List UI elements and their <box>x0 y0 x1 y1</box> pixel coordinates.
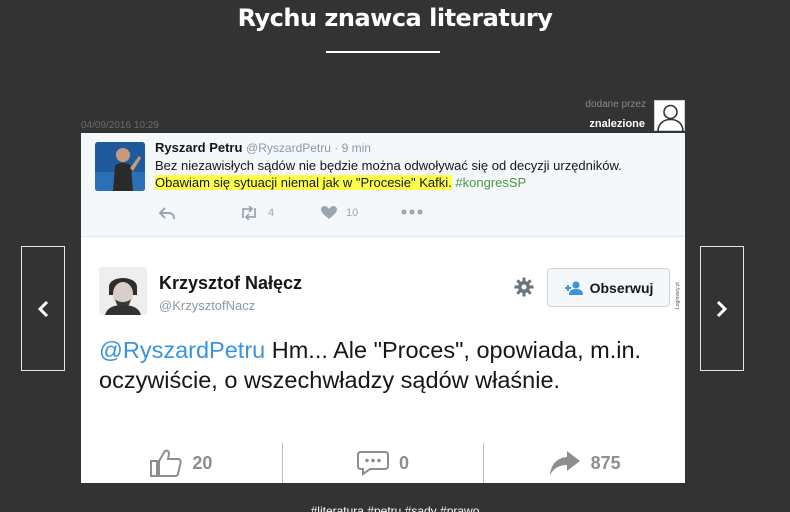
chevron-right-icon <box>716 300 728 317</box>
tweet-handle-time: @RyszardPetru · 9 min <box>246 141 371 155</box>
reply-author-name: Krzysztof Nałęcz <box>159 273 303 293</box>
tweet-hashtag: #kongresSP <box>455 175 527 190</box>
thumbs-up-icon <box>150 449 182 477</box>
more-icon <box>401 208 423 216</box>
retweet-count: 4 <box>268 207 275 219</box>
tweet-actions: 4 10 <box>155 206 455 224</box>
previous-post-button[interactable] <box>21 246 65 371</box>
heart-icon <box>321 206 337 219</box>
tweet-text-plain: Bez niezawisłych sądów nie będzie można … <box>155 158 622 173</box>
quoted-tweet: Ryszard Petru @RyszardPetru · 9 min Bez … <box>81 133 685 237</box>
like-count: 10 <box>346 207 359 219</box>
next-post-button[interactable] <box>700 246 744 371</box>
add-user-icon <box>564 281 583 295</box>
author-link[interactable]: znalezione <box>560 118 645 130</box>
tweet-text: Bez niezawisłych sądów nie będzie można … <box>155 157 675 191</box>
tweet-author-avatar <box>95 142 145 191</box>
post-tags[interactable]: #literatura #petru #sady #prawo <box>0 504 790 512</box>
page-title: Rychu znawca literatury <box>237 4 553 32</box>
tweet-header: Ryszard Petru @RyszardPetru · 9 min <box>155 140 371 155</box>
share-button[interactable]: 875 <box>484 443 685 483</box>
follow-label: Obserwuj <box>589 279 654 296</box>
post-stats-bar: 20 0 875 <box>81 443 685 483</box>
comment-icon <box>357 451 389 476</box>
tweet-text-highlight: Obawiam się sytuacji niemal jak w "Proce… <box>155 175 452 190</box>
like-button[interactable]: 20 <box>81 443 283 483</box>
reply-author-handle: @KrzysztofNacz <box>159 298 256 313</box>
share-arrow-icon <box>549 451 580 475</box>
post-image[interactable]: Ryszard Petru @RyszardPetru · 9 min Bez … <box>81 133 685 443</box>
post-date: 04/09/2016 10:29 <box>81 120 159 131</box>
watermark: Loginsory.pl <box>675 282 681 309</box>
reply-icon <box>159 206 175 220</box>
like-action: 10 <box>321 206 358 220</box>
gear-icon <box>514 277 534 302</box>
comment-button[interactable]: 0 <box>283 443 485 483</box>
reply-author-avatar <box>99 267 147 315</box>
reply-mention: @RyszardPetru <box>99 337 266 363</box>
like-count-total: 20 <box>192 452 213 473</box>
follow-button: Obserwuj <box>547 268 670 307</box>
author-avatar[interactable] <box>654 100 685 133</box>
chevron-left-icon <box>37 300 49 317</box>
added-by-label: dodane przez <box>585 99 646 110</box>
reply-text: @RyszardPetru Hm... Ale "Proces", opowia… <box>99 335 679 395</box>
title-divider <box>326 51 440 53</box>
retweet-action: 4 <box>239 206 274 220</box>
user-silhouette-icon <box>657 104 684 133</box>
retweet-icon <box>242 206 256 220</box>
comment-count: 0 <box>399 452 410 473</box>
tweet-author-name: Ryszard Petru <box>155 140 243 155</box>
share-count: 875 <box>590 452 621 473</box>
